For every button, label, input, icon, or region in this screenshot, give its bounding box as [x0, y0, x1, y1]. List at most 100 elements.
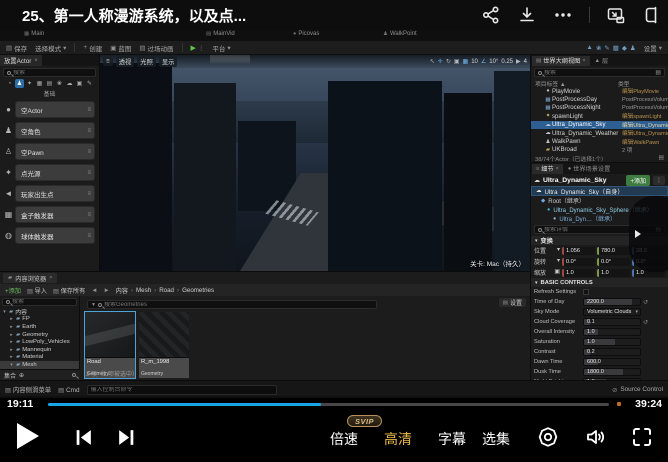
back-icon[interactable]: ◄	[91, 287, 97, 294]
perspective-select[interactable]: 透视	[116, 56, 135, 67]
place-search[interactable]	[3, 68, 96, 77]
tree-search[interactable]	[2, 298, 77, 306]
outliner-row[interactable]: ✦spawnLight编辑spawnLight	[531, 112, 668, 120]
ue-tab-picovas[interactable]: ●Picovas	[293, 31, 319, 37]
play-button[interactable]	[17, 423, 39, 449]
slider-field[interactable]: 1.0	[583, 338, 641, 346]
reset-icon[interactable]: ↺	[643, 319, 648, 326]
layers-tab[interactable]: ▲层	[591, 56, 613, 66]
save-button[interactable]: ▤保存	[6, 43, 27, 53]
pip-icon[interactable]	[606, 5, 626, 25]
slider-field[interactable]: 0.2	[583, 348, 641, 356]
landscape-icon[interactable]: ▲	[586, 44, 592, 52]
dock-icon[interactable]	[642, 5, 662, 25]
console-input[interactable]	[87, 385, 277, 395]
quality-button[interactable]: 高清	[384, 429, 412, 449]
folder-row[interactable]: ▸▰Geometry	[0, 331, 79, 339]
add-component-button[interactable]: +添加	[626, 175, 650, 186]
lock-icon[interactable]: ▣	[554, 268, 560, 277]
shapes-icon[interactable]: ▦	[35, 79, 44, 88]
outliner-tab[interactable]: ▤世界大纲视图×	[532, 56, 590, 66]
ue-tab-main[interactable]: ▦Main	[24, 31, 44, 37]
breadcrumb-item[interactable]: 内容	[116, 286, 128, 295]
cb-save-all-button[interactable]: ▤ 保存所有	[53, 286, 85, 295]
folder-row[interactable]: ▸▰Mannequin	[0, 346, 79, 354]
filter-icon[interactable]: ▼	[91, 302, 96, 308]
search-icon[interactable]	[72, 373, 76, 377]
place-item-sphere-trigger[interactable]: ◍球体触发器≡	[15, 227, 95, 244]
slider-field[interactable]: 1.0	[583, 328, 641, 336]
move-tool-icon[interactable]: ✛	[438, 58, 443, 65]
floating-widget[interactable]	[629, 196, 668, 272]
cinematics-button[interactable]: ▤过场动画	[139, 43, 173, 53]
brush-icon[interactable]: ✎	[604, 44, 609, 52]
breadcrumb-item[interactable]: Geometries	[182, 287, 214, 294]
download-icon[interactable]	[517, 5, 537, 25]
folder-row[interactable]: ▸▰Earth	[0, 323, 79, 331]
svip-badge[interactable]: SVIP	[347, 415, 382, 427]
place-item-empty-actor[interactable]: ●空Actor≡	[15, 101, 95, 118]
mode-select[interactable]: 选择模式▾	[35, 43, 66, 53]
folder-row[interactable]: ▾▰Mesh	[0, 361, 79, 369]
scale-y[interactable]: 1.0	[597, 269, 630, 277]
scale-x[interactable]: 1.0	[562, 269, 595, 277]
viewport-menu-icon[interactable]: ≡	[103, 57, 113, 66]
seek-bar[interactable]	[48, 403, 609, 406]
cinematic-icon[interactable]: ▤	[45, 79, 54, 88]
details-tab[interactable]: ≡细节×	[532, 164, 563, 174]
place-item-box-trigger[interactable]: ▦盒子触发器≡	[15, 206, 95, 223]
outliner-row[interactable]: ♟WalkPawn编辑WalkPawn	[531, 137, 668, 145]
close-icon[interactable]: ×	[49, 275, 52, 281]
rotation-x[interactable]: 0.0°	[562, 258, 595, 266]
outliner-row[interactable]: ▦PostProcessDayPostProcessVolume	[531, 95, 668, 103]
checkbox[interactable]	[583, 289, 589, 295]
slider-field[interactable]: 1800.0	[583, 368, 641, 376]
play-button-ue[interactable]: ▶⋮	[191, 44, 205, 52]
outliner-row[interactable]: ☁Ultra_Dynamic_Weather编辑Ultra_Dynamic_We…	[531, 129, 668, 137]
asset-card[interactable]: R_m_1998Geometry	[139, 312, 189, 378]
angle-snap-value[interactable]: 10°	[489, 59, 498, 65]
next-episode-button[interactable]	[116, 427, 137, 448]
place-item-empty-pawn[interactable]: ♙空Pawn≡	[15, 143, 95, 160]
cb-import-button[interactable]: ▤ 导入	[27, 286, 47, 295]
add-collection-icon[interactable]: ⊕	[19, 372, 24, 379]
breadcrumb-item[interactable]: Mesh	[136, 287, 151, 294]
testing-icon[interactable]: ✎	[85, 79, 94, 88]
volume-icon[interactable]	[584, 425, 608, 449]
select-tool-icon[interactable]: ↖	[430, 58, 435, 65]
previous-episode-button[interactable]	[73, 427, 94, 448]
dropdown-field[interactable]: Volumetric Clouds	[583, 308, 641, 316]
console-label[interactable]: ▤ Cmd	[58, 386, 79, 394]
slider-field[interactable]: 0.1	[583, 318, 641, 326]
place-item-player-start[interactable]: ◄玩家出生点≡	[15, 185, 95, 202]
create-button[interactable]: +创建	[83, 43, 102, 53]
rotation-y[interactable]: 0.0°	[597, 258, 630, 266]
content-browser-tab[interactable]: ▰内容浏览器×	[3, 273, 57, 283]
volumes-icon[interactable]: ☁	[65, 79, 74, 88]
scale-snap-value[interactable]: 0.25	[501, 59, 513, 65]
angle-snap-icon[interactable]: ∠	[481, 58, 486, 65]
reset-icon[interactable]: ↺	[643, 299, 648, 306]
location-y[interactable]: 780.0	[597, 247, 630, 255]
grid-snap-icon[interactable]: ▦	[463, 58, 469, 65]
cb-settings-button[interactable]: ▤设置	[499, 298, 526, 307]
outliner-row[interactable]: ▦PostProcessNightPostProcessVolume	[531, 104, 668, 112]
folder-row[interactable]: ▾▰内容	[0, 308, 79, 316]
visual-icon[interactable]: ❀	[55, 79, 64, 88]
source-control-status[interactable]: ⊘Source Control	[612, 386, 663, 394]
animation-icon[interactable]: ♟	[630, 44, 636, 52]
cb-add-button[interactable]: +添加	[5, 286, 21, 295]
outliner-search[interactable]: ▤	[534, 68, 665, 77]
close-icon[interactable]: ×	[34, 58, 38, 64]
fullscreen-icon[interactable]	[630, 425, 654, 449]
camera-speed-value[interactable]: 4	[524, 59, 527, 65]
grid-snap-value[interactable]: 10	[471, 59, 478, 65]
outliner-row[interactable]: ●PlayMovie编辑PlayMovie	[531, 87, 668, 95]
collections-bar[interactable]: 集合⊕	[0, 369, 80, 380]
rotate-tool-icon[interactable]: ↻	[446, 58, 451, 65]
blueprint-button[interactable]: ▣蓝图	[110, 43, 131, 53]
breadcrumb-item[interactable]: Road	[159, 287, 174, 294]
folder-row[interactable]: ▸▰Material	[0, 354, 79, 362]
settings-gear-icon[interactable]	[536, 425, 560, 449]
all-icon[interactable]: ▣	[75, 79, 84, 88]
